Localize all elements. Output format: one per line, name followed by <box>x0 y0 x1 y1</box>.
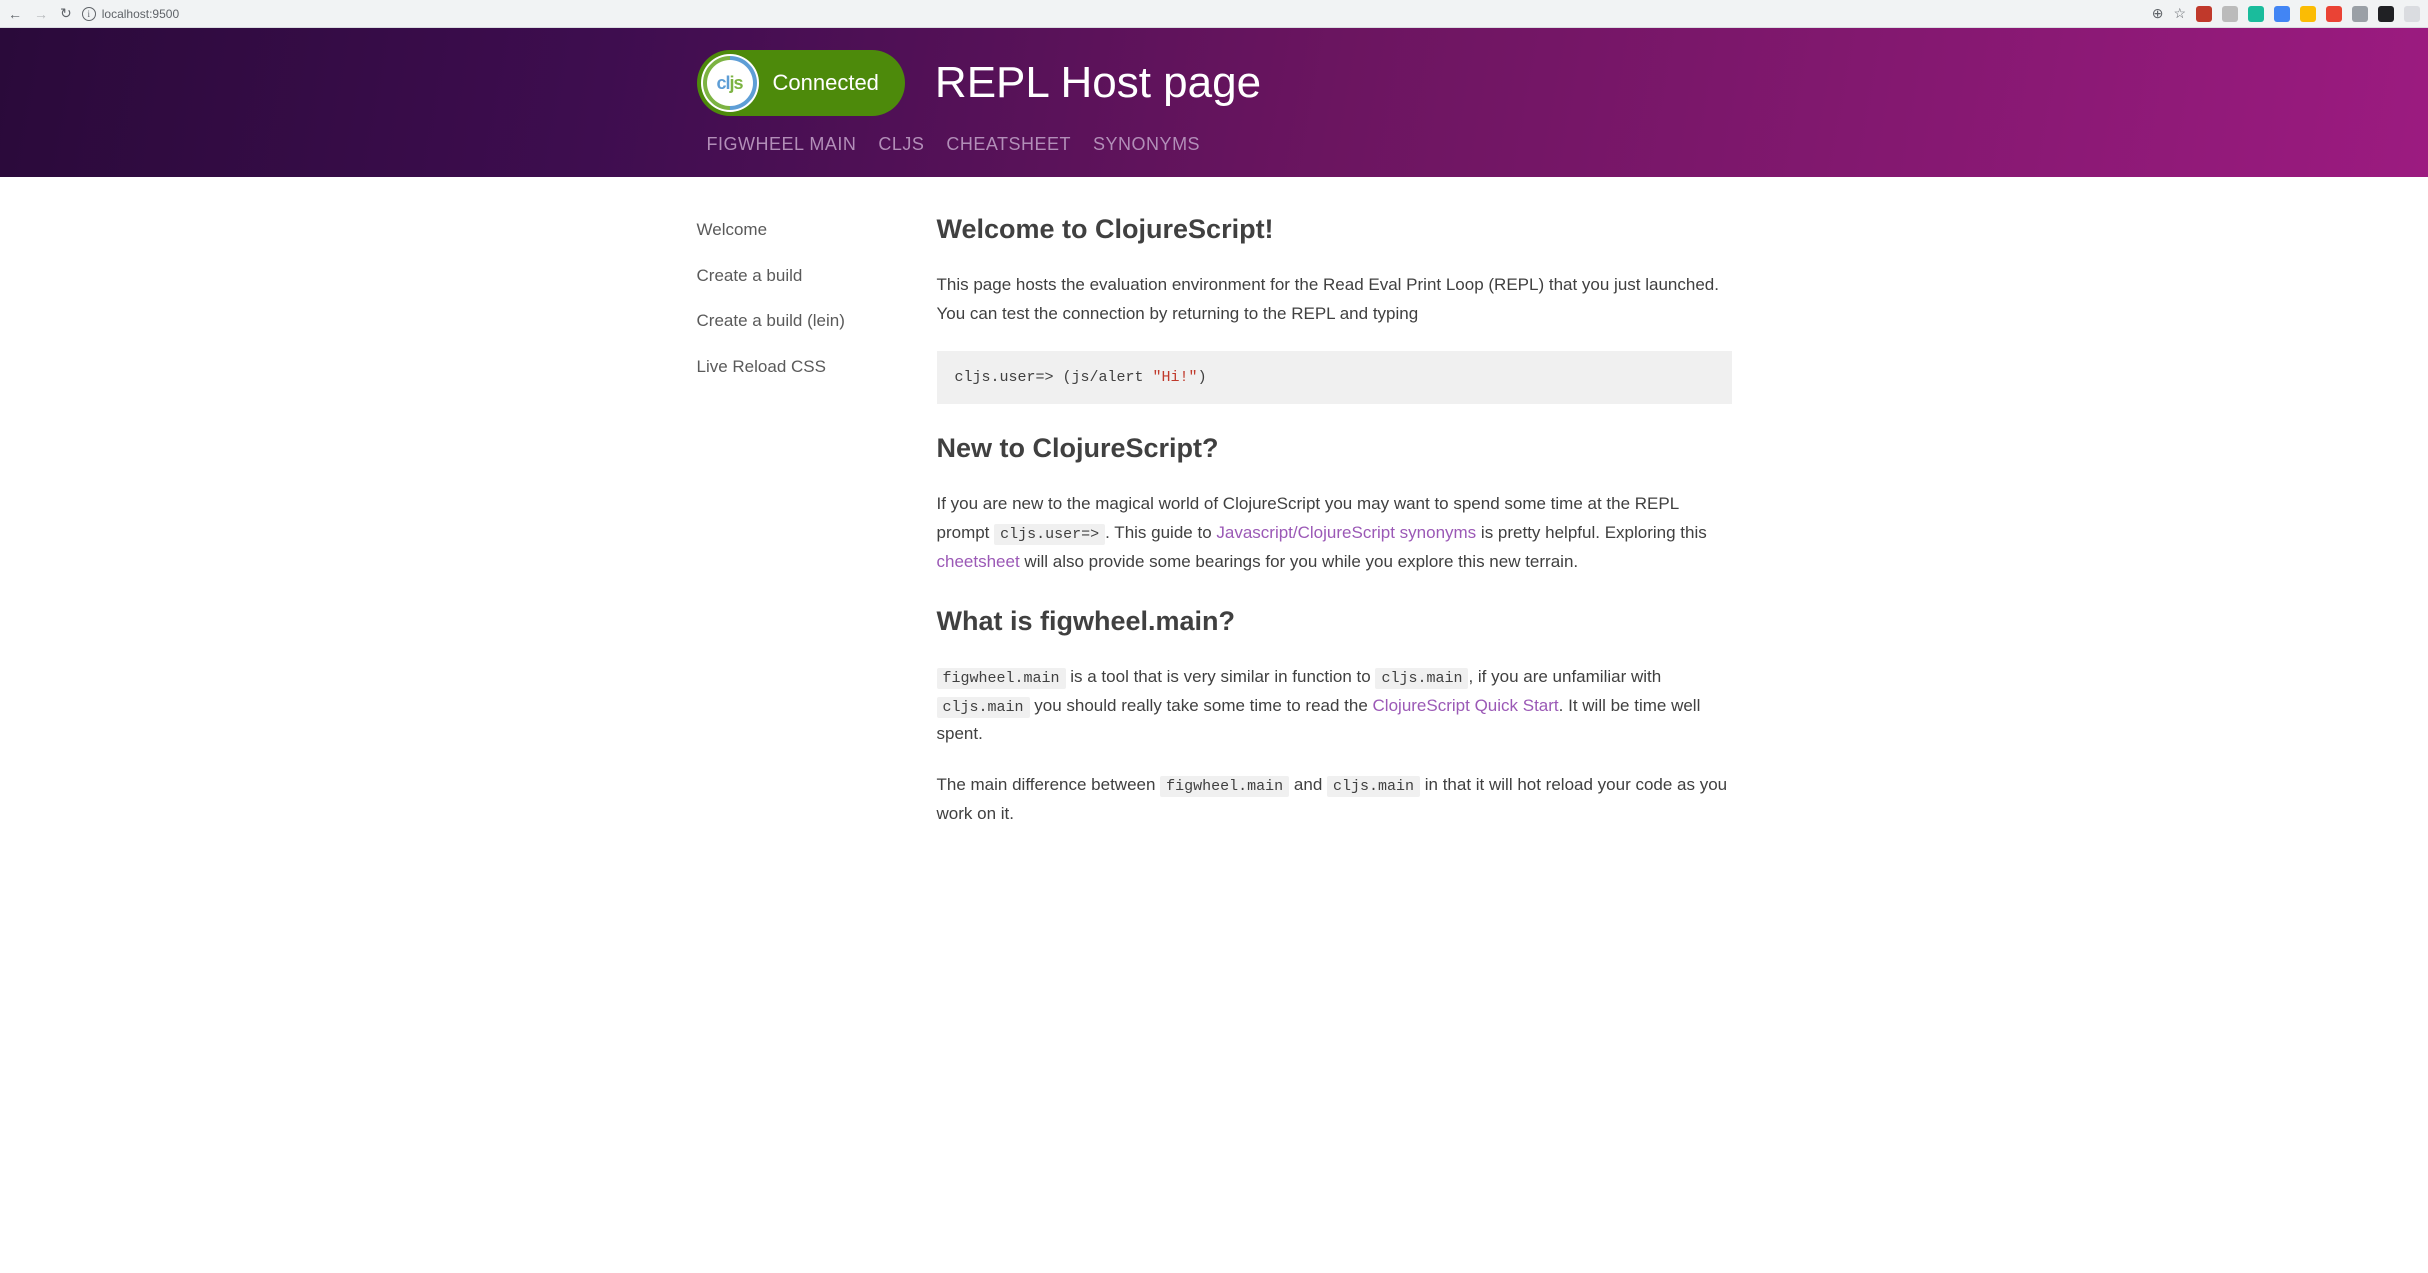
text: . This guide to <box>1105 523 1216 542</box>
link-cheatsheet[interactable]: cheetsheet <box>937 552 1020 571</box>
nav-synonyms[interactable]: SYNONYMS <box>1093 134 1200 155</box>
text: is a tool that is very similar in functi… <box>1066 667 1376 686</box>
forward-icon[interactable]: → <box>34 6 48 22</box>
nav-cljs[interactable]: CLJS <box>878 134 924 155</box>
browser-toolbar: ← → ↻ i localhost:9500 ⊕ ☆ <box>0 0 2428 28</box>
extension-icon[interactable] <box>2248 6 2264 22</box>
extension-icon[interactable] <box>2352 6 2368 22</box>
browser-nav-icons: ← → ↻ <box>8 5 72 22</box>
connection-status: Connected <box>773 70 879 96</box>
link-quick-start[interactable]: ClojureScript Quick Start <box>1373 696 1559 715</box>
sidebar-item-create-build[interactable]: Create a build <box>697 253 897 299</box>
text: and <box>1289 775 1327 794</box>
info-icon[interactable]: i <box>82 7 96 21</box>
text: , if you are unfamiliar with <box>1468 667 1661 686</box>
url-text: localhost:9500 <box>102 7 179 21</box>
diff-paragraph: The main difference between figwheel.mai… <box>937 771 1732 829</box>
extension-icon[interactable] <box>2378 6 2394 22</box>
zoom-icon[interactable]: ⊕ <box>2152 5 2164 22</box>
sidebar-item-live-reload-css[interactable]: Live Reload CSS <box>697 344 897 390</box>
extension-icon[interactable] <box>2196 6 2212 22</box>
code-string: "Hi!" <box>1153 369 1198 386</box>
cljs-logo: cljs <box>701 54 759 112</box>
page-header: cljs Connected REPL Host page FIGWHEEL M… <box>0 28 2428 177</box>
extension-icon[interactable] <box>2274 6 2290 22</box>
code-text: ) <box>1198 369 1207 386</box>
code-block-example: cljs.user=> (js/alert "Hi!") <box>937 351 1732 405</box>
bookmark-icon[interactable]: ☆ <box>2173 5 2186 22</box>
sidebar: Welcome Create a build Create a build (l… <box>697 207 897 891</box>
what-paragraph: figwheel.main is a tool that is very sim… <box>937 663 1732 750</box>
nav-cheatsheet[interactable]: CHEATSHEET <box>946 134 1071 155</box>
reload-icon[interactable]: ↻ <box>60 5 72 22</box>
inline-code: cljs.user=> <box>994 524 1105 545</box>
header-nav: FIGWHEEL MAIN CLJS CHEATSHEET SYNONYMS <box>697 116 1732 167</box>
sidebar-item-welcome[interactable]: Welcome <box>697 207 897 253</box>
main-layout: Welcome Create a build Create a build (l… <box>697 177 1732 891</box>
extension-icon[interactable] <box>2326 6 2342 22</box>
content-area: Welcome to ClojureScript! This page host… <box>937 207 1732 891</box>
extension-icon[interactable] <box>2300 6 2316 22</box>
text: you should really take some time to read… <box>1030 696 1373 715</box>
new-paragraph: If you are new to the magical world of C… <box>937 490 1732 577</box>
intro-paragraph: This page hosts the evaluation environme… <box>937 271 1732 329</box>
inline-code: cljs.main <box>1327 776 1420 797</box>
heading-new: New to ClojureScript? <box>937 426 1732 472</box>
text: will also provide some bearings for you … <box>1020 552 1578 571</box>
back-icon[interactable]: ← <box>8 6 22 22</box>
heading-what: What is figwheel.main? <box>937 599 1732 645</box>
extension-icon[interactable] <box>2222 6 2238 22</box>
heading-welcome: Welcome to ClojureScript! <box>937 207 1732 253</box>
page-title: REPL Host page <box>935 58 1261 108</box>
text: The main difference between <box>937 775 1161 794</box>
inline-code: cljs.main <box>937 697 1030 718</box>
inline-code: figwheel.main <box>1160 776 1289 797</box>
sidebar-item-create-build-lein[interactable]: Create a build (lein) <box>697 298 897 344</box>
text: is pretty helpful. Exploring this <box>1476 523 1707 542</box>
inline-code: figwheel.main <box>937 668 1066 689</box>
connection-badge: cljs Connected <box>697 50 905 116</box>
inline-code: cljs.main <box>1375 668 1468 689</box>
extension-icon[interactable] <box>2404 6 2420 22</box>
address-bar[interactable]: i localhost:9500 <box>82 7 179 21</box>
nav-figwheel-main[interactable]: FIGWHEEL MAIN <box>707 134 857 155</box>
link-synonyms[interactable]: Javascript/ClojureScript synonyms <box>1216 523 1476 542</box>
browser-extensions: ⊕ ☆ <box>2152 5 2420 22</box>
code-text: cljs.user=> (js/alert <box>955 369 1153 386</box>
